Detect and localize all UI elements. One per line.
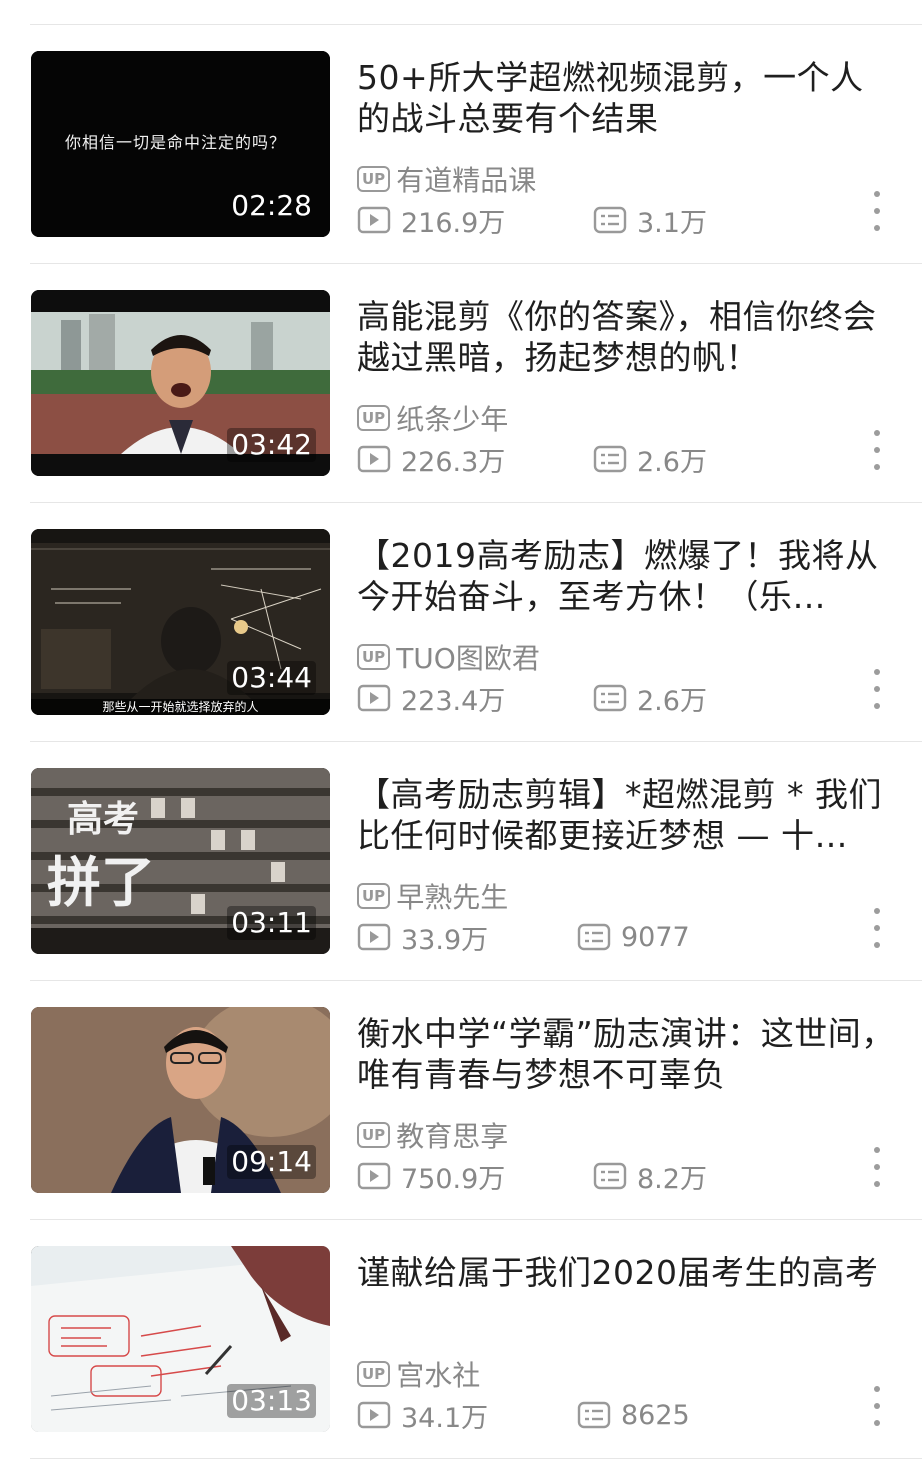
danmaku-icon bbox=[577, 1401, 611, 1429]
video-thumbnail[interactable]: 03:42 bbox=[31, 290, 330, 476]
up-badge: UP bbox=[357, 166, 391, 192]
danmaku-count: 8.2万 bbox=[593, 1159, 707, 1195]
video-title[interactable]: 高能混剪《你的答案》，相信你终会越过黑暗，扬起梦想的帆！ bbox=[357, 296, 897, 378]
video-card[interactable]: 03:44 那些从一开始就选择放弃的人 【2019高考励志】燃爆了！我将从今开始… bbox=[30, 503, 922, 742]
view-count: 750.9万 bbox=[357, 1159, 506, 1195]
thumbnail-subtitle: 那些从一开始就选择放弃的人 bbox=[31, 699, 330, 715]
uploader[interactable]: UP 宫水社 bbox=[357, 1358, 480, 1392]
play-count-icon bbox=[357, 445, 391, 473]
video-thumbnail[interactable]: 03:44 那些从一开始就选择放弃的人 bbox=[31, 529, 330, 715]
video-title[interactable]: 【高考励志剪辑】*超燃混剪 * 我们比任何时候都更接近梦想 — 十… bbox=[357, 774, 897, 856]
uploader[interactable]: UP 早熟先生 bbox=[357, 880, 508, 914]
danmaku-count-value: 8.2万 bbox=[637, 1163, 707, 1195]
video-thumbnail[interactable]: 高考 拼了 03:11 bbox=[31, 768, 330, 954]
uploader-name: 早熟先生 bbox=[396, 881, 509, 914]
view-count-value: 226.3万 bbox=[401, 446, 506, 478]
play-count-icon bbox=[357, 1401, 391, 1429]
video-card[interactable]: 03:42 高能混剪《你的答案》，相信你终会越过黑暗，扬起梦想的帆！ UP 纸条… bbox=[30, 264, 922, 503]
video-stats: 216.9万 3.1万 bbox=[357, 203, 897, 239]
up-badge: UP bbox=[357, 1122, 391, 1148]
view-count: 226.3万 bbox=[357, 442, 506, 478]
danmaku-count: 3.1万 bbox=[593, 203, 707, 239]
view-count: 34.1万 bbox=[357, 1398, 489, 1434]
view-count: 33.9万 bbox=[357, 920, 489, 956]
duration-badge: 03:11 bbox=[227, 906, 316, 940]
uploader[interactable]: UP TUO图欧君 bbox=[357, 641, 540, 675]
more-vertical-icon[interactable] bbox=[870, 191, 884, 231]
video-stats: 223.4万 2.6万 bbox=[357, 681, 897, 717]
thumbnail-calligraphy: 拼了 bbox=[47, 850, 155, 914]
view-count-value: 750.9万 bbox=[401, 1163, 506, 1195]
video-card[interactable]: 高考 拼了 03:11 【高考励志剪辑】*超燃混剪 * 我们比任何时候都更接近梦… bbox=[30, 742, 922, 981]
more-vertical-icon[interactable] bbox=[870, 430, 884, 470]
view-count-value: 216.9万 bbox=[401, 207, 506, 239]
uploader[interactable]: UP 纸条少年 bbox=[357, 402, 508, 436]
duration-badge: 03:44 bbox=[227, 661, 316, 695]
more-vertical-icon[interactable] bbox=[870, 908, 884, 948]
view-count: 216.9万 bbox=[357, 203, 506, 239]
play-count-icon bbox=[357, 923, 391, 951]
video-feed: 你相信一切是命中注定的吗？ 02:28 50+所大学超燃视频混剪，一个人的战斗总… bbox=[0, 25, 922, 1459]
video-title[interactable]: 谨献给属于我们2020届考生的高考 bbox=[357, 1252, 897, 1334]
danmaku-count: 2.6万 bbox=[593, 442, 707, 478]
danmaku-count-value: 2.6万 bbox=[637, 685, 707, 717]
uploader[interactable]: UP 教育思享 bbox=[357, 1119, 508, 1153]
danmaku-count-value: 3.1万 bbox=[637, 207, 707, 239]
uploader-name: 有道精品课 bbox=[396, 164, 537, 197]
up-badge: UP bbox=[357, 1361, 391, 1387]
play-count-icon bbox=[357, 206, 391, 234]
view-count-value: 34.1万 bbox=[401, 1402, 489, 1434]
view-count: 223.4万 bbox=[357, 681, 506, 717]
danmaku-count: 8625 bbox=[577, 1398, 690, 1432]
danmaku-count: 2.6万 bbox=[593, 681, 707, 717]
video-stats: 750.9万 8.2万 bbox=[357, 1159, 897, 1195]
uploader-name: 教育思享 bbox=[396, 1120, 509, 1153]
danmaku-count-value: 2.6万 bbox=[637, 446, 707, 478]
video-title[interactable]: 【2019高考励志】燃爆了！我将从今开始奋斗，至考方休！（乐… bbox=[357, 535, 897, 617]
video-card[interactable]: 你相信一切是命中注定的吗？ 02:28 50+所大学超燃视频混剪，一个人的战斗总… bbox=[30, 25, 922, 264]
video-thumbnail[interactable]: 03:13 bbox=[31, 1246, 330, 1432]
danmaku-icon bbox=[593, 1162, 627, 1190]
more-vertical-icon[interactable] bbox=[870, 1386, 884, 1426]
play-count-icon bbox=[357, 1162, 391, 1190]
play-count-icon bbox=[357, 684, 391, 712]
up-badge: UP bbox=[357, 644, 391, 670]
more-vertical-icon[interactable] bbox=[870, 669, 884, 709]
video-card[interactable]: 09:14 衡水中学“学霸”励志演讲：这世间，唯有青春与梦想不可辜负 UP 教育… bbox=[30, 981, 922, 1220]
danmaku-count: 9077 bbox=[577, 920, 690, 954]
uploader-name: 纸条少年 bbox=[396, 403, 509, 436]
up-badge: UP bbox=[357, 405, 391, 431]
video-thumbnail[interactable]: 09:14 bbox=[31, 1007, 330, 1193]
up-badge: UP bbox=[357, 883, 391, 909]
video-stats: 33.9万 9077 bbox=[357, 920, 897, 956]
video-stats: 226.3万 2.6万 bbox=[357, 442, 897, 478]
more-vertical-icon[interactable] bbox=[870, 1147, 884, 1187]
danmaku-icon bbox=[593, 206, 627, 234]
video-thumbnail[interactable]: 你相信一切是命中注定的吗？ 02:28 bbox=[31, 51, 330, 237]
duration-badge: 03:13 bbox=[227, 1384, 316, 1418]
danmaku-count-value: 9077 bbox=[621, 921, 690, 953]
thumbnail-caption: 你相信一切是命中注定的吗？ bbox=[65, 133, 287, 152]
danmaku-icon bbox=[593, 445, 627, 473]
duration-badge: 09:14 bbox=[227, 1145, 316, 1179]
danmaku-icon bbox=[577, 923, 611, 951]
video-title[interactable]: 50+所大学超燃视频混剪，一个人的战斗总要有个结果 bbox=[357, 57, 897, 139]
uploader-name: 宫水社 bbox=[396, 1359, 481, 1392]
duration-badge: 02:28 bbox=[231, 189, 312, 222]
video-title[interactable]: 衡水中学“学霸”励志演讲：这世间，唯有青春与梦想不可辜负 bbox=[357, 1013, 897, 1095]
video-stats: 34.1万 8625 bbox=[357, 1398, 897, 1434]
danmaku-icon bbox=[593, 684, 627, 712]
thumbnail-calligraphy: 高考 bbox=[67, 798, 140, 840]
view-count-value: 33.9万 bbox=[401, 924, 489, 956]
danmaku-count-value: 8625 bbox=[621, 1399, 690, 1431]
duration-badge: 03:42 bbox=[227, 428, 316, 462]
view-count-value: 223.4万 bbox=[401, 685, 506, 717]
uploader[interactable]: UP 有道精品课 bbox=[357, 163, 536, 197]
uploader-name: TUO图欧君 bbox=[396, 642, 540, 675]
video-card[interactable]: 03:13 谨献给属于我们2020届考生的高考 UP 宫水社 34.1万 862… bbox=[30, 1220, 922, 1459]
